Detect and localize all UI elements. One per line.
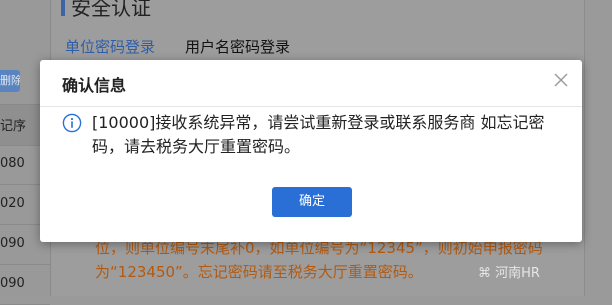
dialog-title: 确认信息	[62, 76, 127, 95]
dialog-header: 确认信息	[40, 60, 582, 107]
dialog-message: [10000]接收系统异常，请尝试重新登录或联系服务商 如忘记密码，请去税务大厅…	[92, 113, 545, 156]
title-accent-bar	[61, 0, 65, 16]
watermark-logo-icon: ⌘	[478, 266, 496, 281]
tab-username-password[interactable]: 用户名密码登录	[185, 36, 290, 57]
tab-unit-password[interactable]: 单位密码登录	[65, 36, 155, 57]
close-icon[interactable]	[552, 71, 570, 89]
confirm-button[interactable]: 确定	[272, 187, 352, 217]
confirm-dialog: 确认信息 [10000]接收系统异常，请尝试重新登录或联系服务商 如忘记密码，请…	[40, 60, 582, 242]
column-header-label: 记序	[0, 119, 27, 134]
delete-button[interactable]: 删除	[0, 70, 20, 92]
background-right-strip	[584, 0, 612, 296]
info-circle-icon	[62, 113, 82, 133]
panel-title: 安全认证	[71, 0, 151, 20]
watermark-text: 河南HR	[495, 266, 540, 281]
table-row: 090	[0, 264, 50, 305]
watermark: ⌘ 河南HR	[478, 262, 540, 281]
dialog-body: [10000]接收系统异常，请尝试重新登录或联系服务商 如忘记密码，请去税务大厅…	[40, 107, 582, 242]
